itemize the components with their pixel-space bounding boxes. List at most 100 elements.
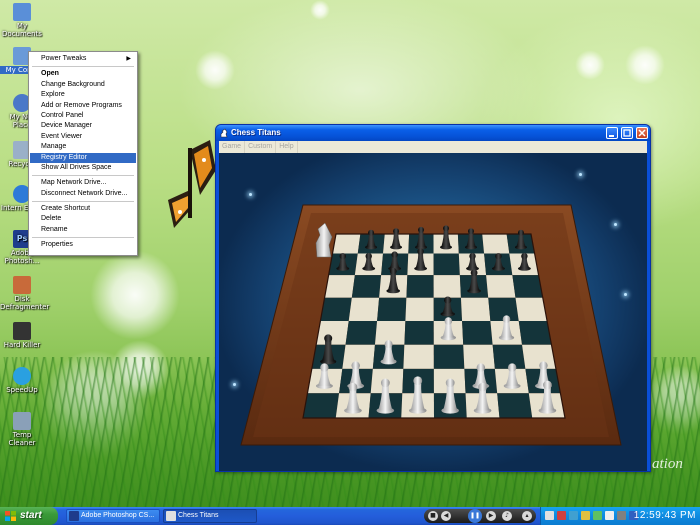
- board-square: [433, 344, 465, 369]
- dandelion-seed: [310, 0, 330, 20]
- board-square: [518, 321, 552, 345]
- menu-separator: [32, 175, 134, 177]
- tray-icon[interactable]: [545, 511, 554, 520]
- taskbar: start Adobe Photoshop CS... Chess Titans…: [0, 507, 700, 525]
- minimize-button[interactable]: [606, 127, 618, 139]
- stop-button[interactable]: ■: [428, 511, 438, 521]
- menu-item-open[interactable]: Open: [30, 69, 136, 79]
- menu-item-device-manager[interactable]: Device Manager: [30, 121, 136, 131]
- tray-icon[interactable]: [593, 511, 602, 520]
- desktop[interactable]: My Documents My Comp My Net Place Recycl…: [0, 0, 700, 507]
- system-tray: 12:59:43 PM: [540, 507, 700, 525]
- play-pause-button[interactable]: ❚❚: [468, 509, 482, 523]
- butterfly-icon: [168, 140, 216, 228]
- board-square: [303, 393, 340, 418]
- menu-item-manage[interactable]: Manage: [30, 142, 136, 152]
- tray-icon[interactable]: [581, 511, 590, 520]
- menu-separator: [32, 66, 134, 68]
- menu-separator: [32, 237, 134, 239]
- chess-board[interactable]: [219, 153, 647, 471]
- board-square: [320, 297, 352, 322]
- menu-item-label: Power Tweaks: [41, 55, 87, 62]
- maximize-icon: [623, 129, 631, 137]
- menu-item-delete[interactable]: Delete: [30, 214, 136, 224]
- tray-icon[interactable]: [569, 511, 578, 520]
- board-square: [512, 275, 543, 298]
- desktop-icon-label: Hard Killer: [3, 341, 41, 349]
- desktop-icon-label: My Documents: [2, 22, 42, 38]
- folder-icon: [13, 3, 31, 21]
- menu-item-power-tweaks[interactable]: Power Tweaks ▶: [30, 54, 136, 64]
- board-square: [497, 393, 533, 418]
- desktop-icon-disk-defragmenter[interactable]: Disk Defragmenter: [0, 276, 50, 311]
- chess-knight-icon: [166, 511, 176, 521]
- chess-titans-window[interactable]: Chess Titans Game Custom Help: [215, 124, 651, 472]
- hard-killer-icon: [13, 322, 31, 340]
- media-player-toolbar: ■ ◀ ❚❚ ▶ ♪ ▴: [424, 509, 536, 523]
- menu-item-properties[interactable]: Properties: [30, 240, 136, 250]
- menu-item-map-network-drive[interactable]: Map Network Drive...: [30, 178, 136, 188]
- desktop-icon-temp-cleaner[interactable]: Temp Cleaner: [0, 412, 44, 447]
- submenu-arrow-icon: ▶: [126, 56, 131, 62]
- board-square: [433, 253, 460, 276]
- chess-game-area[interactable]: [219, 153, 647, 471]
- previous-button[interactable]: ◀: [441, 511, 451, 521]
- board-square: [332, 234, 361, 254]
- close-icon: [638, 129, 646, 137]
- taskbar-button-chess-titans[interactable]: Chess Titans: [163, 509, 257, 523]
- taskbar-button-label: Chess Titans: [178, 512, 219, 519]
- maximize-button[interactable]: [621, 127, 633, 139]
- menu-game[interactable]: Game: [219, 141, 246, 153]
- menu-item-show-all-drives-space[interactable]: Show All Drives Space: [30, 163, 136, 173]
- context-menu: Power Tweaks ▶ Open Change Background Exp…: [28, 51, 138, 256]
- board-square: [348, 297, 380, 322]
- board-square: [433, 275, 461, 298]
- menu-item-create-shortcut[interactable]: Create Shortcut: [30, 204, 136, 214]
- board-square: [351, 275, 382, 298]
- menu-custom[interactable]: Custom: [245, 141, 277, 153]
- menu-item-add-remove-programs[interactable]: Add or Remove Programs: [30, 101, 136, 111]
- speedup-icon: [13, 367, 31, 385]
- wallpaper-watermark-text: ation: [652, 456, 683, 472]
- tray-icon[interactable]: [617, 511, 626, 520]
- photoshop-icon: [69, 511, 79, 521]
- restore-player-button[interactable]: ▴: [522, 511, 532, 521]
- menu-item-disconnect-network-drive[interactable]: Disconnect Network Drive...: [30, 189, 136, 199]
- menu-item-event-viewer[interactable]: Event Viewer: [30, 132, 136, 142]
- window-titlebar[interactable]: Chess Titans: [216, 125, 650, 141]
- taskbar-button-label: Adobe Photoshop CS...: [81, 512, 155, 519]
- desktop-icon-my-documents[interactable]: My Documents: [0, 3, 44, 38]
- desktop-icon-speedup[interactable]: SpeedUp: [0, 367, 44, 394]
- tray-icon[interactable]: [557, 511, 566, 520]
- chess-knight-icon: [220, 128, 228, 138]
- menu-item-rename[interactable]: Rename: [30, 225, 136, 235]
- desktop-icon-label: Disk Defragmenter: [0, 295, 50, 311]
- dandelion-seed: [625, 45, 665, 85]
- desktop-icon-label: SpeedUp: [6, 386, 38, 394]
- board-square: [460, 297, 491, 322]
- board-square: [403, 344, 434, 369]
- dandelion-puff: [90, 250, 180, 340]
- clock[interactable]: 12:59:43 PM: [634, 507, 696, 525]
- close-button[interactable]: [636, 127, 648, 139]
- menu-item-change-background[interactable]: Change Background: [30, 80, 136, 90]
- desktop-icon-label: Temp Cleaner: [8, 431, 36, 447]
- temp-cleaner-icon: [13, 412, 31, 430]
- menu-item-registry-editor[interactable]: Registry Editor: [30, 152, 136, 163]
- menu-item-control-panel[interactable]: Control Panel: [30, 111, 136, 121]
- taskbar-button-photoshop[interactable]: Adobe Photoshop CS...: [66, 509, 160, 523]
- desktop-icon-hard-killer[interactable]: Hard Killer: [0, 322, 44, 349]
- board-square: [324, 275, 355, 298]
- tray-icon[interactable]: [605, 511, 614, 520]
- board-square: [462, 321, 493, 345]
- menu-help[interactable]: Help: [276, 141, 298, 153]
- board-square: [316, 321, 349, 345]
- next-button[interactable]: ▶: [486, 511, 496, 521]
- start-button[interactable]: start: [0, 507, 58, 525]
- board-square: [515, 297, 548, 322]
- menu-separator: [32, 201, 134, 203]
- dandelion-seed: [195, 50, 235, 90]
- volume-icon[interactable]: ♪: [502, 511, 512, 521]
- menu-item-explore[interactable]: Explore: [30, 90, 136, 100]
- window-title: Chess Titans: [231, 128, 281, 137]
